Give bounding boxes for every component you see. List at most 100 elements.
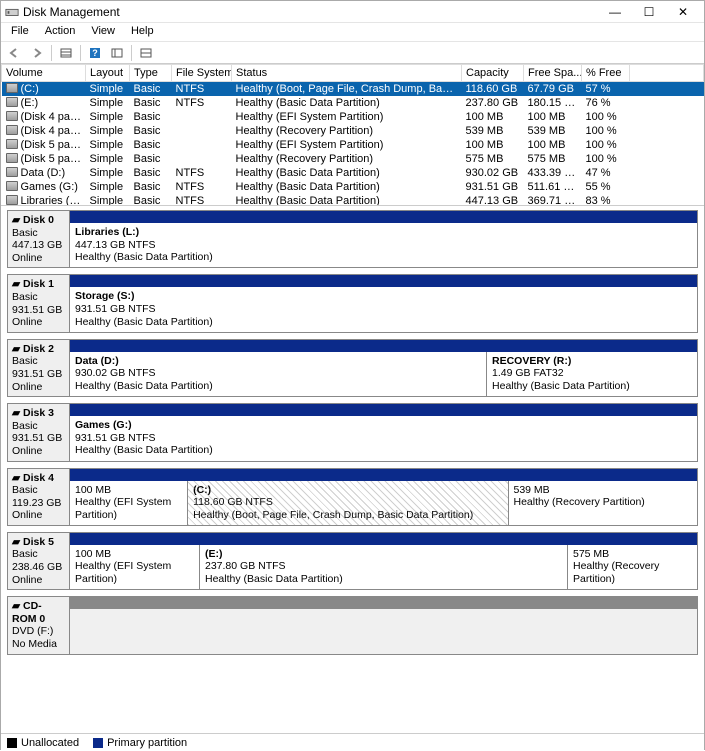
table-row[interactable]: Games (G:) Simple Basic NTFS Healthy (Ba… <box>2 180 704 194</box>
disk-row[interactable]: ▰ Disk 4 Basic 119.23 GB Online 100 MB H… <box>7 468 698 526</box>
col-status[interactable]: Status <box>232 65 462 82</box>
disk-name: ▰ Disk 2 <box>12 343 65 356</box>
volume-name: (Disk 5 partition 4) <box>21 153 86 165</box>
partition[interactable]: Libraries (L:) 447.13 GB NTFS Healthy (B… <box>70 223 697 267</box>
cell-type: Basic <box>130 82 172 97</box>
col-fs[interactable]: File System <box>172 65 232 82</box>
cell-status: Healthy (Recovery Partition) <box>232 152 462 166</box>
legend-unallocated: Unallocated <box>7 737 79 749</box>
volume-icon <box>6 181 18 191</box>
col-volume[interactable]: Volume <box>2 65 86 82</box>
disk-label[interactable]: ▰ CD-ROM 0 DVD (F:) No Media <box>7 596 69 654</box>
minimize-button[interactable]: — <box>598 2 632 22</box>
volume-name: (Disk 4 partition 1) <box>21 111 86 123</box>
disk-type: Basic <box>12 355 65 368</box>
cell-type: Basic <box>130 110 172 124</box>
disk-label[interactable]: ▰ Disk 0 Basic 447.13 GB Online <box>7 210 69 268</box>
volume-icon <box>6 167 18 177</box>
disk-row[interactable]: ▰ Disk 0 Basic 447.13 GB Online Librarie… <box>7 210 698 268</box>
partition[interactable]: Storage (S:) 931.51 GB NTFS Healthy (Bas… <box>70 287 697 331</box>
col-free[interactable]: Free Spa... <box>524 65 582 82</box>
disk-row[interactable]: ▰ Disk 3 Basic 931.51 GB Online Games (G… <box>7 403 698 461</box>
disk-label[interactable]: ▰ Disk 4 Basic 119.23 GB Online <box>7 468 69 526</box>
close-button[interactable]: ✕ <box>666 2 700 22</box>
col-pct[interactable]: % Free <box>582 65 630 82</box>
cell-capacity: 237.80 GB <box>462 96 524 110</box>
cell-layout: Simple <box>86 110 130 124</box>
maximize-button[interactable]: ☐ <box>632 2 666 22</box>
menu-view[interactable]: View <box>83 23 123 41</box>
col-layout[interactable]: Layout <box>86 65 130 82</box>
properties-icon[interactable] <box>107 44 127 62</box>
cell-free: 433.39 GB <box>524 166 582 180</box>
back-button[interactable] <box>5 44 25 62</box>
cell-free: 100 MB <box>524 138 582 152</box>
disk-label[interactable]: ▰ Disk 5 Basic 238.46 GB Online <box>7 532 69 590</box>
cell-fs <box>172 152 232 166</box>
cell-capacity: 100 MB <box>462 138 524 152</box>
partition[interactable]: 100 MB Healthy (EFI System Partition) <box>70 545 200 589</box>
partition[interactable]: 100 MB Healthy (EFI System Partition) <box>70 481 188 525</box>
disk-row[interactable]: ▰ Disk 5 Basic 238.46 GB Online 100 MB H… <box>7 532 698 590</box>
partition[interactable]: 575 MB Healthy (Recovery Partition) <box>568 545 697 589</box>
disk-bar <box>70 275 697 287</box>
partition-name: (C:) <box>193 484 502 497</box>
partition[interactable]: (C:) 118.60 GB NTFS Healthy (Boot, Page … <box>188 481 508 525</box>
table-row[interactable]: (Disk 5 partition 4) Simple Basic Health… <box>2 152 704 166</box>
view-list-icon[interactable] <box>56 44 76 62</box>
help-icon[interactable]: ? <box>85 44 105 62</box>
col-type[interactable]: Type <box>130 65 172 82</box>
partition[interactable]: Games (G:) 931.51 GB NTFS Healthy (Basic… <box>70 416 697 460</box>
cell-layout: Simple <box>86 194 130 206</box>
disk-name: ▰ Disk 3 <box>12 407 65 420</box>
cell-layout: Simple <box>86 138 130 152</box>
cell-fs: NTFS <box>172 180 232 194</box>
disk-body <box>69 596 698 654</box>
menu-help[interactable]: Help <box>123 23 162 41</box>
disk-label[interactable]: ▰ Disk 1 Basic 931.51 GB Online <box>7 274 69 332</box>
disk-type: Basic <box>12 484 65 497</box>
col-capacity[interactable]: Capacity <box>462 65 524 82</box>
partition-name: Games (G:) <box>75 419 692 432</box>
cell-layout: Simple <box>86 124 130 138</box>
disk-label[interactable]: ▰ Disk 2 Basic 931.51 GB Online <box>7 339 69 397</box>
disk-partitions: Data (D:) 930.02 GB NTFS Healthy (Basic … <box>70 352 697 396</box>
volume-table[interactable]: Volume Layout Type File System Status Ca… <box>1 64 704 206</box>
partition[interactable]: 539 MB Healthy (Recovery Partition) <box>509 481 698 525</box>
table-row[interactable]: (Disk 5 partition 1) Simple Basic Health… <box>2 138 704 152</box>
volume-icon <box>6 153 18 163</box>
volume-list-pane[interactable]: Volume Layout Type File System Status Ca… <box>1 64 704 206</box>
menu-file[interactable]: File <box>3 23 37 41</box>
app-icon <box>5 5 19 19</box>
table-row[interactable]: (Disk 4 partition 1) Simple Basic Health… <box>2 110 704 124</box>
partition-info: 575 MB <box>573 548 692 561</box>
volume-icon <box>6 83 18 93</box>
menu-action[interactable]: Action <box>37 23 84 41</box>
disk-state: Online <box>12 316 65 329</box>
layout-icon[interactable] <box>136 44 156 62</box>
partition-status: Healthy (EFI System Partition) <box>75 496 182 521</box>
disk-partitions <box>70 609 697 653</box>
disk-row[interactable]: ▰ Disk 1 Basic 931.51 GB Online Storage … <box>7 274 698 332</box>
disk-row[interactable]: ▰ Disk 2 Basic 931.51 GB Online Data (D:… <box>7 339 698 397</box>
forward-button[interactable] <box>27 44 47 62</box>
table-row[interactable]: (C:) Simple Basic NTFS Healthy (Boot, Pa… <box>2 82 704 97</box>
cell-free: 180.15 GB <box>524 96 582 110</box>
partition[interactable]: RECOVERY (R:) 1.49 GB FAT32 Healthy (Bas… <box>487 352 697 396</box>
disk-partitions: Storage (S:) 931.51 GB NTFS Healthy (Bas… <box>70 287 697 331</box>
disk-name: ▰ Disk 4 <box>12 472 65 485</box>
cell-fs: NTFS <box>172 166 232 180</box>
table-row[interactable]: Data (D:) Simple Basic NTFS Healthy (Bas… <box>2 166 704 180</box>
partition[interactable]: Data (D:) 930.02 GB NTFS Healthy (Basic … <box>70 352 487 396</box>
title-bar: Disk Management — ☐ ✕ <box>1 1 704 23</box>
cell-free: 100 MB <box>524 110 582 124</box>
disk-label[interactable]: ▰ Disk 3 Basic 931.51 GB Online <box>7 403 69 461</box>
table-row[interactable]: (Disk 4 partition 4) Simple Basic Health… <box>2 124 704 138</box>
table-row[interactable]: (E:) Simple Basic NTFS Healthy (Basic Da… <box>2 96 704 110</box>
disk-row[interactable]: ▰ CD-ROM 0 DVD (F:) No Media <box>7 596 698 654</box>
disk-graphic-pane[interactable]: ▰ Disk 0 Basic 447.13 GB Online Librarie… <box>1 206 704 733</box>
partition[interactable]: (E:) 237.80 GB NTFS Healthy (Basic Data … <box>200 545 568 589</box>
cell-type: Basic <box>130 166 172 180</box>
table-row[interactable]: Libraries (L:) Simple Basic NTFS Healthy… <box>2 194 704 206</box>
disk-size: 931.51 GB <box>12 432 65 445</box>
